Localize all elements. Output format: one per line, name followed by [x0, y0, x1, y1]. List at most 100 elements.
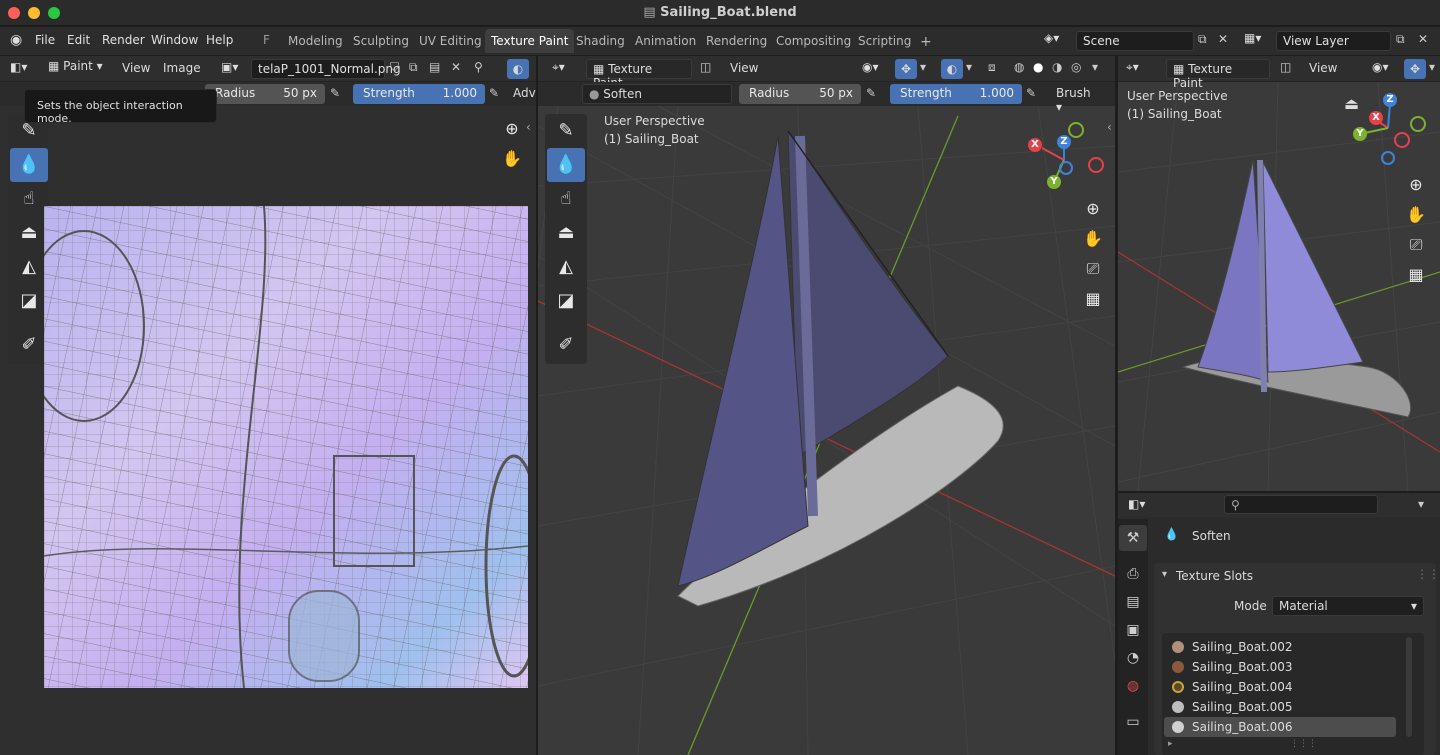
- editor-type-icon[interactable]: ◧▾: [1128, 497, 1145, 511]
- zoom-icon[interactable]: ⊕: [1403, 172, 1429, 198]
- sidebar-toggle-icon[interactable]: ‹: [1107, 120, 1112, 134]
- sidebar-toggle-icon[interactable]: ‹: [526, 120, 531, 134]
- menu-render[interactable]: Render: [102, 33, 145, 47]
- gizmo-x-axis[interactable]: X: [1028, 138, 1042, 152]
- view-menu[interactable]: View: [122, 61, 150, 75]
- overlays-icon[interactable]: ◐: [941, 59, 963, 79]
- editor-type-icon[interactable]: ⌖▾: [1126, 60, 1139, 75]
- soften-tool-icon[interactable]: 💧: [547, 148, 585, 182]
- image-menu[interactable]: Image: [163, 61, 201, 75]
- strength-slider[interactable]: Strength 1.000: [353, 84, 485, 104]
- list-item[interactable]: Sailing_Boat.003: [1164, 657, 1396, 677]
- view-menu[interactable]: View: [1309, 61, 1337, 75]
- gizmo-toggle-icon[interactable]: ✥: [1404, 59, 1426, 79]
- remove-scene-icon[interactable]: ✕: [1218, 32, 1228, 46]
- strength-pressure-icon[interactable]: ✎: [1026, 86, 1036, 100]
- blender-logo-icon[interactable]: ◉: [10, 32, 22, 48]
- tab-sculpting[interactable]: Sculpting: [347, 29, 415, 53]
- list-item[interactable]: Sailing_Boat.005: [1164, 697, 1396, 717]
- texture-image-canvas[interactable]: [44, 206, 528, 688]
- gizmo-dropdown-icon[interactable]: ▾: [920, 60, 926, 74]
- remove-view-layer-icon[interactable]: ✕: [1418, 32, 1428, 46]
- object-data-icon[interactable]: ◫: [700, 60, 711, 74]
- tab-compositing[interactable]: Compositing: [770, 29, 857, 53]
- gizmo-y-axis[interactable]: Y: [1353, 127, 1367, 141]
- soften-tool-icon[interactable]: 💧: [10, 148, 48, 182]
- overlays-icon[interactable]: ◐: [507, 59, 529, 79]
- workspace-hidden-label[interactable]: F: [263, 33, 270, 47]
- radius-slider[interactable]: Radius 50 px: [739, 84, 861, 104]
- image-browse-icon[interactable]: ▣▾: [221, 60, 238, 74]
- pan-hand-icon[interactable]: ✋: [499, 146, 525, 172]
- world-tab-icon[interactable]: ◍: [1119, 673, 1147, 699]
- gizmo-y-axis[interactable]: Y: [1047, 175, 1061, 189]
- radius-pressure-icon[interactable]: ✎: [330, 86, 340, 100]
- radius-pressure-icon[interactable]: ✎: [866, 86, 876, 100]
- strength-slider[interactable]: Strength 1.000: [890, 84, 1022, 104]
- strength-pressure-icon[interactable]: ✎: [489, 86, 499, 100]
- properties-search[interactable]: ⚲: [1224, 495, 1378, 514]
- brush-selector[interactable]: ● Soften: [582, 84, 732, 104]
- tab-uv-editing[interactable]: UV Editing: [413, 29, 488, 53]
- tab-rendering[interactable]: Rendering: [700, 29, 773, 53]
- interaction-mode-dropdown[interactable]: ▦ Texture Paint: [1166, 59, 1270, 90]
- collection-tab-icon[interactable]: ▭: [1119, 709, 1147, 735]
- options-dropdown-icon[interactable]: ▾: [1418, 497, 1424, 511]
- editor-type-icon[interactable]: ⌖▾: [552, 60, 565, 75]
- list-item[interactable]: Sailing_Boat.002: [1164, 637, 1396, 657]
- fill-tool-icon[interactable]: ◭: [10, 250, 48, 284]
- visibility-eye-icon[interactable]: ◉▾: [1372, 60, 1389, 74]
- mode-dropdown[interactable]: Material ▾: [1272, 596, 1424, 616]
- scene-tab-icon[interactable]: ◔: [1119, 645, 1147, 671]
- pin-icon[interactable]: ⚲: [474, 60, 483, 74]
- list-item[interactable]: Sailing_Boat.004: [1164, 677, 1396, 697]
- rendered-shading-icon[interactable]: ◎: [1071, 60, 1081, 74]
- image-name-field[interactable]: telaP_1001_Normal.png: [251, 59, 401, 79]
- gizmo-z-axis[interactable]: Z: [1383, 93, 1397, 107]
- duplicate-image-icon[interactable]: ⧉: [409, 60, 418, 75]
- duplicate-view-layer-icon[interactable]: ⧉: [1396, 32, 1405, 47]
- mode-dropdown[interactable]: ▦ Paint ▾: [48, 59, 110, 79]
- smear-tool-icon[interactable]: ☝: [10, 182, 48, 216]
- advanced-menu[interactable]: Adv: [513, 86, 536, 100]
- interaction-mode-dropdown[interactable]: ▦ Texture Paint: [586, 59, 692, 90]
- zoom-icon[interactable]: ⊕: [1080, 196, 1106, 222]
- tab-scripting[interactable]: Scripting: [852, 29, 917, 53]
- view-menu[interactable]: View: [730, 61, 758, 75]
- menu-file[interactable]: File: [35, 33, 55, 47]
- wireframe-shading-icon[interactable]: ◍: [1014, 60, 1024, 74]
- unlink-image-icon[interactable]: ✕: [451, 60, 461, 74]
- camera-view-icon[interactable]: ⎚: [1403, 232, 1429, 258]
- visibility-eye-icon[interactable]: ◉▾: [862, 60, 879, 74]
- tool-tab-icon[interactable]: ⚒: [1119, 525, 1147, 551]
- annotate-tool-icon[interactable]: ✐: [10, 328, 48, 362]
- radius-slider[interactable]: Radius 50 px: [205, 84, 325, 104]
- pan-hand-icon[interactable]: ✋: [1403, 202, 1429, 228]
- list-expand-icon[interactable]: ▸: [1168, 739, 1173, 749]
- view-layer-tab-icon[interactable]: ▣: [1119, 617, 1147, 643]
- menu-window[interactable]: Window: [151, 33, 198, 47]
- add-workspace-button[interactable]: +: [914, 29, 938, 53]
- editor-type-icon[interactable]: ◧▾: [10, 60, 38, 74]
- view-layer-name-field[interactable]: View Layer: [1276, 31, 1391, 51]
- clone-tool-icon[interactable]: ⏏: [10, 216, 48, 250]
- pan-hand-icon[interactable]: ✋: [1080, 226, 1106, 252]
- panel-collapse-icon[interactable]: ▾: [1162, 569, 1167, 580]
- perspective-toggle-icon[interactable]: ▦: [1080, 286, 1106, 312]
- view-layer-selector-icon[interactable]: ▦▾: [1244, 31, 1274, 45]
- material-shading-icon[interactable]: ◑: [1052, 60, 1062, 74]
- scene-selector-icon[interactable]: ◈▾: [1044, 31, 1074, 51]
- scene-name-field[interactable]: Scene: [1076, 31, 1194, 51]
- draw-tool-icon[interactable]: ✎: [547, 114, 585, 148]
- fill-tool-icon[interactable]: ◭: [547, 250, 585, 284]
- annotate-tool-icon[interactable]: ✐: [547, 328, 585, 362]
- mask-tool-icon[interactable]: ◪: [547, 284, 585, 318]
- output-tab-icon[interactable]: ▤: [1119, 589, 1147, 615]
- list-resize-handle-icon[interactable]: ⋮⋮⋮: [1290, 739, 1317, 749]
- gizmo-dropdown-icon[interactable]: ▾: [1429, 60, 1435, 74]
- list-scrollbar[interactable]: [1406, 637, 1412, 737]
- object-data-icon[interactable]: ◫: [1280, 60, 1291, 74]
- tab-animation[interactable]: Animation: [629, 29, 702, 53]
- gizmo-toggle-icon[interactable]: ✥: [895, 59, 917, 79]
- viewport-scene[interactable]: [538, 106, 1115, 755]
